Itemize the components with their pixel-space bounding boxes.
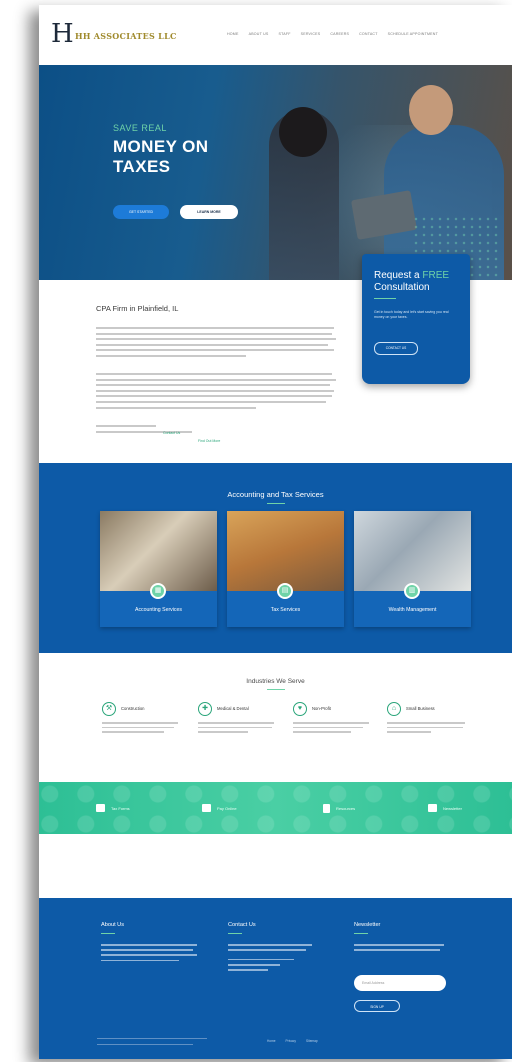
quick-link-tax-forms[interactable]: Tax Forms [96,804,130,812]
about-paragraph-3 [96,425,336,436]
industry-name: Construction [121,706,145,711]
service-card-label: Wealth Management [388,607,437,613]
contact-us-button[interactable]: CONTACT US [374,342,418,355]
footer-bottom-links: Home Privacy Sitemap [267,1039,318,1043]
divider [267,503,285,504]
hero-title: MONEY ON TAXES [113,137,209,176]
footer-newsletter-heading: Newsletter [354,922,381,928]
learn-more-button[interactable]: LEARN MORE [180,205,238,219]
find-out-more-link[interactable]: Find Out More [198,439,220,443]
sign-up-button[interactable]: SIGN UP [354,1000,400,1012]
industries-heading: Industries We Serve [246,678,305,685]
main-nav: HOME ABOUT US STAFF SERVICES CAREERS CON… [227,32,438,36]
hero-banner: SAVE REAL MONEY ON TAXES GET STARTED LEA… [39,65,512,280]
nav-careers[interactable]: CAREERS [330,32,349,36]
site-footer: About Us Contact Us Newsletter Email Add… [39,898,512,1059]
footer-link-sitemap[interactable]: Sitemap [306,1039,318,1043]
forms-icon [96,804,105,812]
quick-link-newsletter[interactable]: Newsletter [428,804,462,812]
logo-text[interactable]: HH ASSOCIATES LLC [75,31,177,41]
nav-staff[interactable]: STAFF [279,32,291,36]
consultation-card: Request a FREE Consultation Get in touch… [362,254,470,384]
nav-contact[interactable]: CONTACT [359,32,378,36]
service-card-wealth[interactable]: ▥ Wealth Management [354,511,471,627]
get-started-button[interactable]: GET STARTED [113,205,169,219]
quick-links-band: Tax Forms Pay Online Resources Newslette… [39,782,512,834]
contact-us-link[interactable]: Contact Us [163,431,180,435]
accounting-photo [100,511,217,591]
about-paragraph-1 [96,327,336,361]
webpage: H HH ASSOCIATES LLC HOME ABOUT US STAFF … [39,5,512,1059]
industry-name: Non-Profit [312,706,331,711]
nav-services[interactable]: SERVICES [301,32,321,36]
site-header: H HH ASSOCIATES LLC HOME ABOUT US STAFF … [39,5,512,65]
divider [374,298,396,299]
heart-icon: ♥ [293,702,307,716]
about-paragraph-2 [96,373,336,412]
service-card-label: Accounting Services [135,607,182,613]
service-card-label: Tax Services [270,607,301,613]
credit-card-icon [202,804,211,812]
industry-name: Small Business [406,706,435,711]
footer-contact-heading: Contact Us [228,922,256,928]
mail-icon [428,804,437,812]
footer-link-privacy[interactable]: Privacy [286,1039,296,1043]
hero-eyebrow: SAVE REAL [113,123,167,133]
quick-link-resources[interactable]: Resources [323,804,355,813]
services-section: Accounting and Tax Services ▦ Accounting… [39,463,512,653]
footer-newsletter: Newsletter [354,922,464,954]
service-card-tax[interactable]: ▤ Tax Services [227,511,344,627]
logo-mark[interactable]: H [51,21,74,47]
hammer-icon: ⚒ [102,702,116,716]
consultation-text: Get in touch today and let's start savin… [374,310,449,319]
quick-link-pay-online[interactable]: Pay Online [202,804,237,812]
divider [267,689,285,690]
document-icon: ▤ [277,583,293,599]
document-icon [323,804,330,813]
nav-home[interactable]: HOME [227,32,239,36]
medical-icon: ✚ [198,702,212,716]
store-icon: ⌂ [387,702,401,716]
footer-contact: Contact Us [228,922,338,974]
footer-about: About Us [101,922,211,965]
industry-name: Medical & Dental [217,706,249,711]
consultation-title: Request a FREE Consultation [374,270,450,293]
tax-photo [227,511,344,591]
footer-link-home[interactable]: Home [267,1039,276,1043]
nav-about[interactable]: ABOUT US [249,32,269,36]
service-card-accounting[interactable]: ▦ Accounting Services [100,511,217,627]
calculator-icon: ▦ [150,583,166,599]
services-heading: Accounting and Tax Services [227,490,324,499]
wealth-photo [354,511,471,591]
nav-schedule[interactable]: SCHEDULE APPOINTMENT [388,32,438,36]
about-heading: CPA Firm in Plainfield, IL [96,304,179,313]
newsletter-email-input[interactable]: Email Address [354,975,446,991]
chart-icon: ▥ [404,583,420,599]
footer-about-heading: About Us [101,922,125,928]
